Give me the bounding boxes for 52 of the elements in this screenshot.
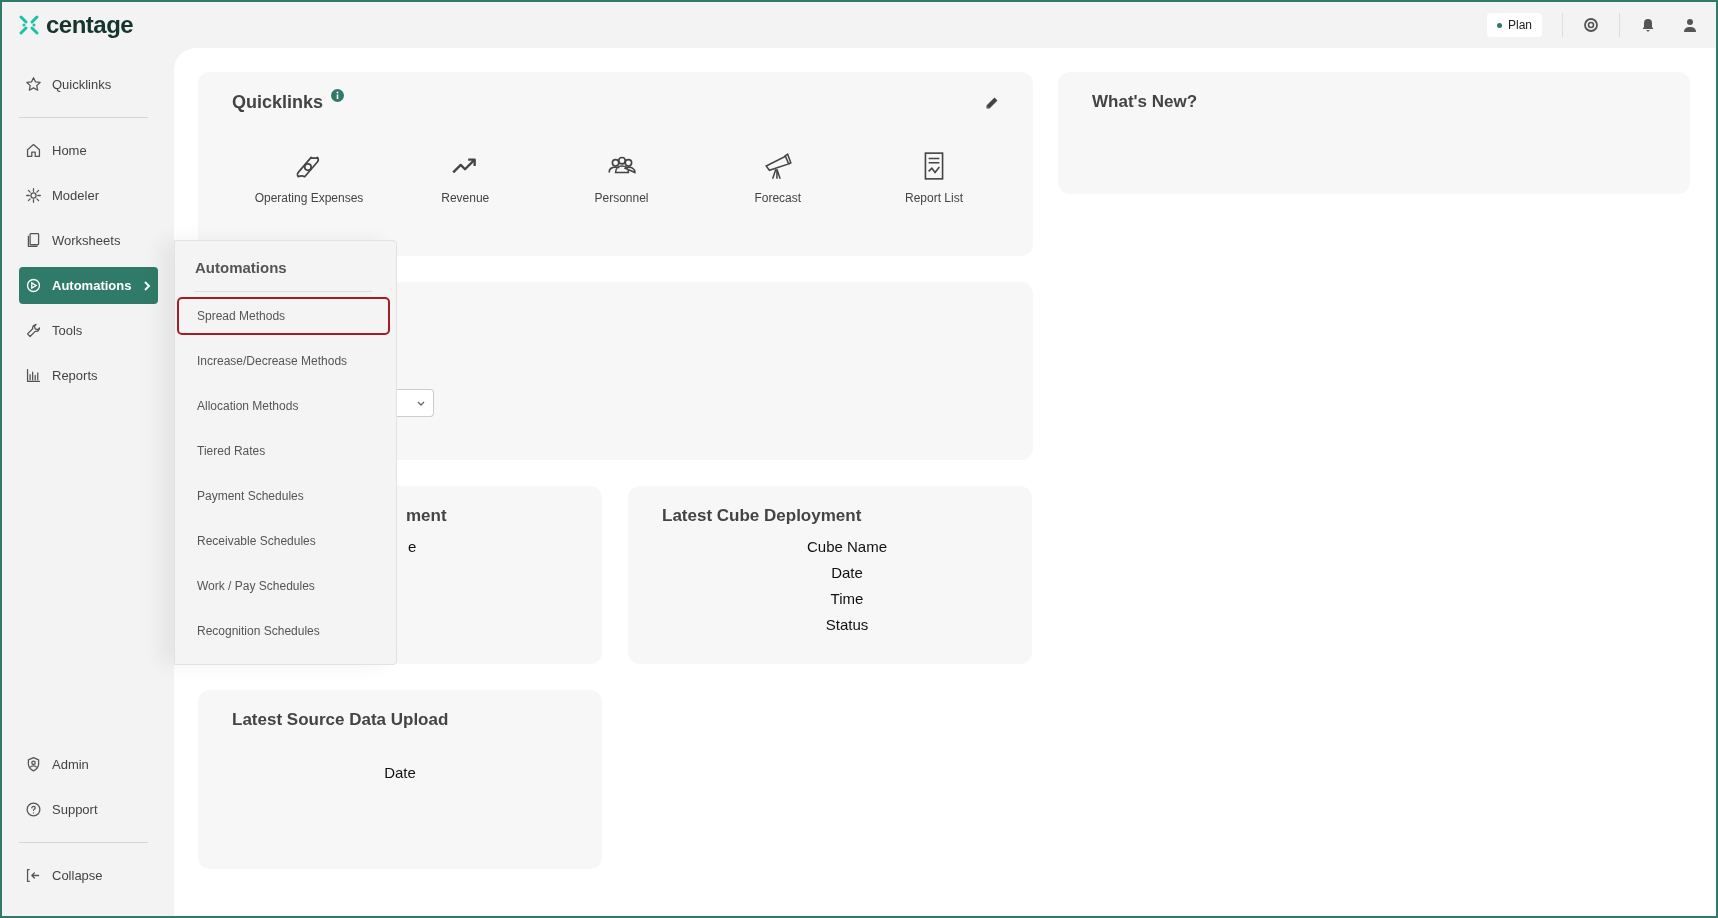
flyout-menu-item[interactable]: Recognition Schedules xyxy=(177,612,390,650)
card-title: Quicklinks xyxy=(232,92,324,113)
flyout-menu-item[interactable]: Receivable Schedules xyxy=(177,522,390,560)
card-title: Latest Cube Deployment xyxy=(662,506,863,526)
info-icon xyxy=(331,89,345,102)
field-label: Time xyxy=(829,590,865,607)
flyout-menu-item[interactable]: Increase/Decrease Methods xyxy=(177,342,390,380)
sidebar-item[interactable]: Reports xyxy=(19,357,158,394)
play-circle-icon xyxy=(25,277,42,294)
home-icon xyxy=(25,142,42,159)
flyout-menu-item[interactable]: Tiered Rates xyxy=(177,432,390,470)
star-icon xyxy=(25,76,42,93)
sidebar-item[interactable]: Automations xyxy=(19,267,158,304)
card-title: Latest Source Data Upload xyxy=(232,710,450,730)
collapse-button[interactable]: Collapse xyxy=(19,857,158,894)
logo-icon xyxy=(18,14,40,36)
wrench-icon xyxy=(25,322,42,339)
flyout-menu-item[interactable]: Spread Methods xyxy=(177,297,390,335)
bar-chart-icon xyxy=(25,367,42,384)
field-label: Date xyxy=(383,764,417,781)
dropdown-field[interactable] xyxy=(396,389,434,417)
sidebar-item[interactable]: Admin xyxy=(19,746,158,783)
field-label: Date xyxy=(830,564,864,581)
sidebar-item[interactable]: Home xyxy=(19,132,158,169)
quicklink[interactable]: Operating Expenses xyxy=(244,151,374,205)
flyout-title: Automations xyxy=(195,259,288,278)
quicklink[interactable]: Forecast xyxy=(712,151,843,205)
plan-button[interactable]: Plan xyxy=(1486,13,1542,37)
sidebar-item[interactable]: Tools xyxy=(19,312,158,349)
field-label: e xyxy=(408,538,418,555)
quicklink[interactable]: Revenue xyxy=(400,151,531,205)
card-title: ment xyxy=(406,506,448,526)
flyout-menu-item[interactable]: Allocation Methods xyxy=(177,387,390,425)
sidebar-item[interactable]: Quicklinks xyxy=(19,66,158,103)
quicklink[interactable]: Report List xyxy=(869,151,999,205)
sidebar-item[interactable]: Worksheets xyxy=(19,222,158,259)
flyout-menu-item[interactable]: Work / Pay Schedules xyxy=(177,567,390,605)
shield-user-icon xyxy=(25,756,42,773)
field-label: Status xyxy=(824,616,870,633)
field-label: Cube Name xyxy=(805,538,888,555)
sidebar-item[interactable]: Support xyxy=(19,791,158,828)
collapse-icon xyxy=(25,867,42,884)
target-icon[interactable] xyxy=(1583,17,1599,33)
pages-icon xyxy=(25,232,42,249)
flyout-menu-item[interactable]: Payment Schedules xyxy=(177,477,390,515)
logo-text: centage xyxy=(46,11,134,39)
card-title: What's New? xyxy=(1092,92,1199,112)
sidebar-item[interactable]: Modeler xyxy=(19,177,158,214)
quicklink[interactable]: Personnel xyxy=(556,151,687,205)
bell-icon[interactable] xyxy=(1640,17,1656,33)
help-circle-icon xyxy=(25,801,42,818)
user-icon[interactable] xyxy=(1682,17,1698,33)
